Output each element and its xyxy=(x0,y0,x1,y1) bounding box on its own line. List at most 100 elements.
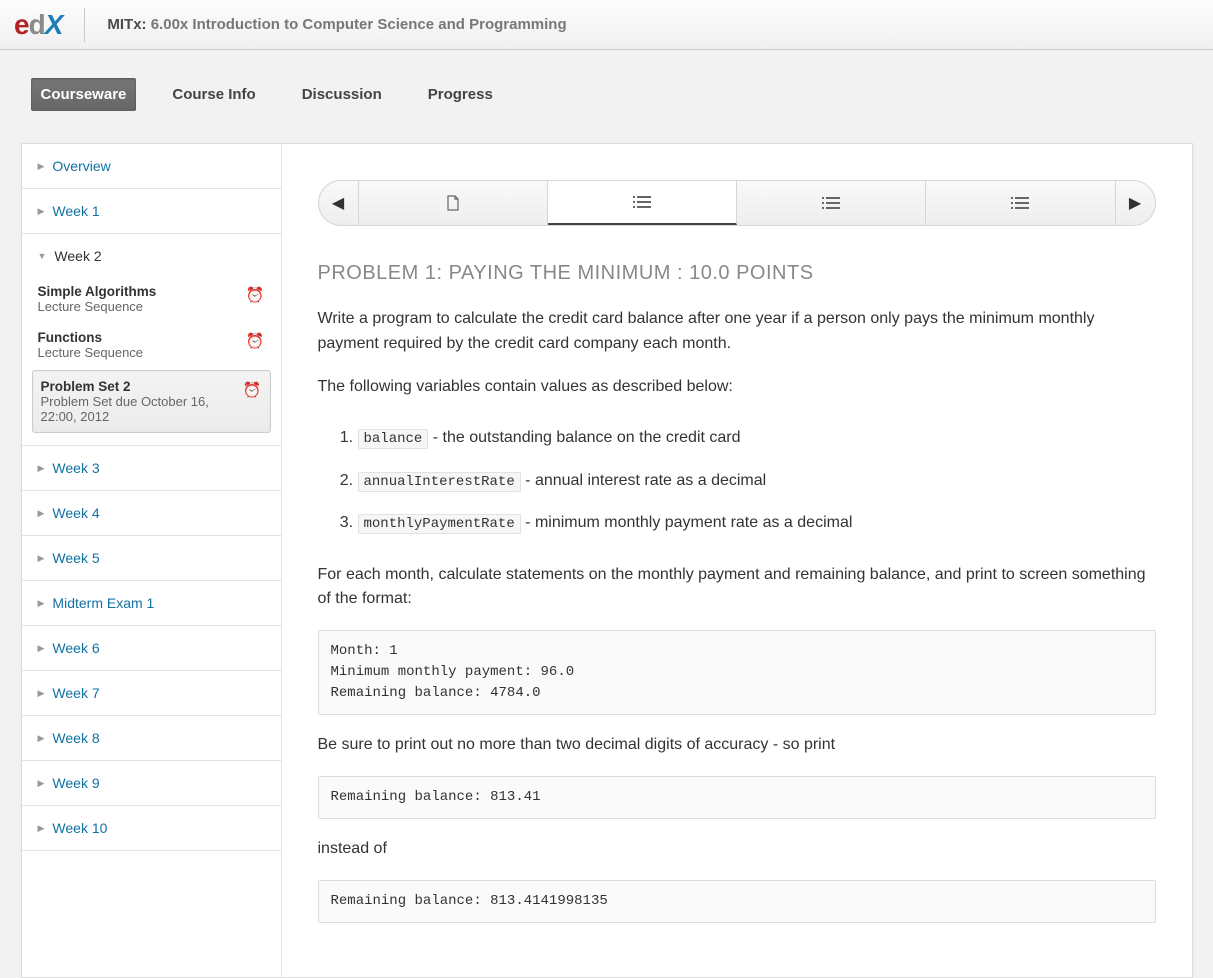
course-title: MITx: 6.00x Introduction to Computer Sci… xyxy=(107,16,566,33)
subsection-title: Functions xyxy=(38,330,240,345)
subsection-functions[interactable]: FunctionsLecture Sequence ⏰ xyxy=(32,324,271,370)
sidebar-item-overview: ▶ Overview xyxy=(22,144,281,189)
sidebar-item-midterm-exam-1: ▶ Midterm Exam 1 xyxy=(22,581,281,626)
variable-item: monthlyPaymentRate - minimum monthly pay… xyxy=(358,502,1156,544)
sidebar-header[interactable]: ▶ Week 4 xyxy=(22,491,281,535)
loop-desc: For each month, calculate statements on … xyxy=(318,563,1156,613)
subsection-subtitle: Problem Set due October 16, 22:00, 2012 xyxy=(41,394,237,424)
course-sidebar: ▶ Overview ▶ Week 1 ▼ Week 2 Simple Algorithms… xyxy=(22,144,282,977)
seq-next-button[interactable]: ▶ xyxy=(1115,181,1155,225)
code-example-1: Month: 1 Minimum monthly payment: 96.0 R… xyxy=(318,630,1156,715)
vars-intro: The following variables contain values a… xyxy=(318,375,1156,400)
sidebar-item-label: Overview xyxy=(52,158,110,174)
variable-item: annualInterestRate - annual interest rat… xyxy=(358,460,1156,502)
sidebar-item-week-4: ▶ Week 4 xyxy=(22,491,281,536)
sidebar-header[interactable]: ▶ Week 6 xyxy=(22,626,281,670)
arrow-right-icon: ▶ xyxy=(1129,193,1141,213)
chevron-right-icon: ▶ xyxy=(38,598,45,609)
sidebar-item-label: Week 8 xyxy=(52,730,99,746)
course-prefix: MITx: xyxy=(107,16,146,33)
sidebar-header[interactable]: ▶Week 5 xyxy=(22,536,281,580)
arrow-left-icon: ◀ xyxy=(332,193,344,213)
sidebar-header[interactable]: ▶ Midterm Exam 1 xyxy=(22,581,281,625)
seq-tab-4[interactable] xyxy=(926,181,1114,225)
seq-tab-1[interactable] xyxy=(359,181,548,225)
variable-desc: - the outstanding balance on the credit … xyxy=(428,429,740,446)
chevron-right-icon: ▶ xyxy=(38,553,45,564)
instead-of: instead of xyxy=(318,837,1156,862)
chevron-right-icon: ▶ xyxy=(38,643,45,654)
sidebar-header[interactable]: ▶Week 9 xyxy=(22,761,281,805)
sidebar-item-label: Week 1 xyxy=(52,203,99,219)
sidebar-item-week-8: ▶Week 8 xyxy=(22,716,281,761)
subsection-problem-set-2[interactable]: Problem Set 2Problem Set due October 16,… xyxy=(32,370,271,433)
precision-note: Be sure to print out no more than two de… xyxy=(318,733,1156,758)
clock-icon: ⏰ xyxy=(246,332,265,350)
chevron-right-icon: ▶ xyxy=(38,463,45,474)
divider xyxy=(84,8,85,42)
code-example-3: Remaining balance: 813.4141998135 xyxy=(318,880,1156,923)
sidebar-item-label: Week 10 xyxy=(52,820,107,836)
sidebar-item-week-5: ▶Week 5 xyxy=(22,536,281,581)
sidebar-body: Simple AlgorithmsLecture Sequence⏰Functi… xyxy=(22,278,281,445)
sidebar-header[interactable]: ▶ Overview xyxy=(22,144,281,188)
chevron-down-icon: ▼ xyxy=(38,251,47,261)
list-icon xyxy=(822,196,840,210)
variable-name: annualInterestRate xyxy=(358,472,521,492)
sidebar-item-label: Week 2 xyxy=(54,248,101,264)
seq-tab-2[interactable] xyxy=(548,181,737,225)
sidebar-item-week-6: ▶ Week 6 xyxy=(22,626,281,671)
sidebar-item-label: Midterm Exam 1 xyxy=(52,595,154,611)
variable-desc: - minimum monthly payment rate as a deci… xyxy=(521,514,853,531)
sidebar-item-week-1: ▶ Week 1 xyxy=(22,189,281,234)
sidebar-item-week-7: ▶Week 7 xyxy=(22,671,281,716)
variable-item: balance - the outstanding balance on the… xyxy=(358,417,1156,459)
sidebar-header[interactable]: ▶ Week 1 xyxy=(22,189,281,233)
tab-courseware[interactable]: Courseware xyxy=(31,78,137,111)
course-name: 6.00x Introduction to Computer Science a… xyxy=(151,16,567,33)
sidebar-header[interactable]: ▶Week 8 xyxy=(22,716,281,760)
variable-name: monthlyPaymentRate xyxy=(358,514,521,534)
clock-icon: ⏰ xyxy=(243,381,262,399)
problem-body: Write a program to calculate the credit … xyxy=(318,307,1156,923)
sidebar-item-week-10: ▶ Week 10 xyxy=(22,806,281,851)
chevron-right-icon: ▶ xyxy=(38,206,45,217)
chevron-right-icon: ▶ xyxy=(38,778,45,789)
subsection-title: Simple Algorithms xyxy=(38,284,240,299)
seq-tab-3[interactable] xyxy=(737,181,926,225)
tab-course-info[interactable]: Course Info xyxy=(162,78,265,111)
list-icon xyxy=(1011,196,1029,210)
problem-title: PROBLEM 1: PAYING THE MINIMUM : 10.0 POI… xyxy=(318,262,1156,285)
sidebar-item-label: Week 4 xyxy=(52,505,99,521)
chevron-right-icon: ▶ xyxy=(38,161,45,172)
code-example-2: Remaining balance: 813.41 xyxy=(318,776,1156,819)
sidebar-header[interactable]: ▼ Week 2 xyxy=(22,234,281,278)
seq-prev-button[interactable]: ◀ xyxy=(319,181,359,225)
main-content: ◀ ▶ PROBLEM 1: PAYING THE MINIMUM : 10.0… xyxy=(282,144,1192,977)
sidebar-item-label: Week 7 xyxy=(52,685,99,701)
sequence-nav: ◀ ▶ xyxy=(318,180,1156,226)
logo-d: d xyxy=(29,9,45,40)
top-bar: edX MITx: 6.00x Introduction to Computer… xyxy=(0,0,1213,50)
tab-discussion[interactable]: Discussion xyxy=(292,78,392,111)
variable-desc: - annual interest rate as a decimal xyxy=(521,472,766,489)
sidebar-item-week-9: ▶Week 9 xyxy=(22,761,281,806)
clock-icon: ⏰ xyxy=(246,286,265,304)
problem-intro: Write a program to calculate the credit … xyxy=(318,307,1156,357)
logo-e: e xyxy=(14,9,29,40)
sidebar-item-week-2: ▼Week 2Simple AlgorithmsLecture Sequence… xyxy=(22,234,281,446)
sidebar-item-label: Week 6 xyxy=(52,640,99,656)
variable-list: balance - the outstanding balance on the… xyxy=(358,417,1156,544)
nav-tabs: Courseware Course Info Discussion Progress xyxy=(21,78,1193,111)
sidebar-header[interactable]: ▶ Week 10 xyxy=(22,806,281,850)
tab-progress[interactable]: Progress xyxy=(418,78,503,111)
subsection-subtitle: Lecture Sequence xyxy=(38,345,240,360)
sidebar-header[interactable]: ▶Week 3 xyxy=(22,446,281,490)
chevron-right-icon: ▶ xyxy=(38,823,45,834)
edx-logo[interactable]: edX xyxy=(14,9,62,41)
chevron-right-icon: ▶ xyxy=(38,508,45,519)
logo-x: X xyxy=(45,9,63,40)
sidebar-item-week-3: ▶Week 3 xyxy=(22,446,281,491)
sidebar-header[interactable]: ▶Week 7 xyxy=(22,671,281,715)
subsection-simple-algorithms[interactable]: Simple AlgorithmsLecture Sequence⏰ xyxy=(32,278,271,324)
